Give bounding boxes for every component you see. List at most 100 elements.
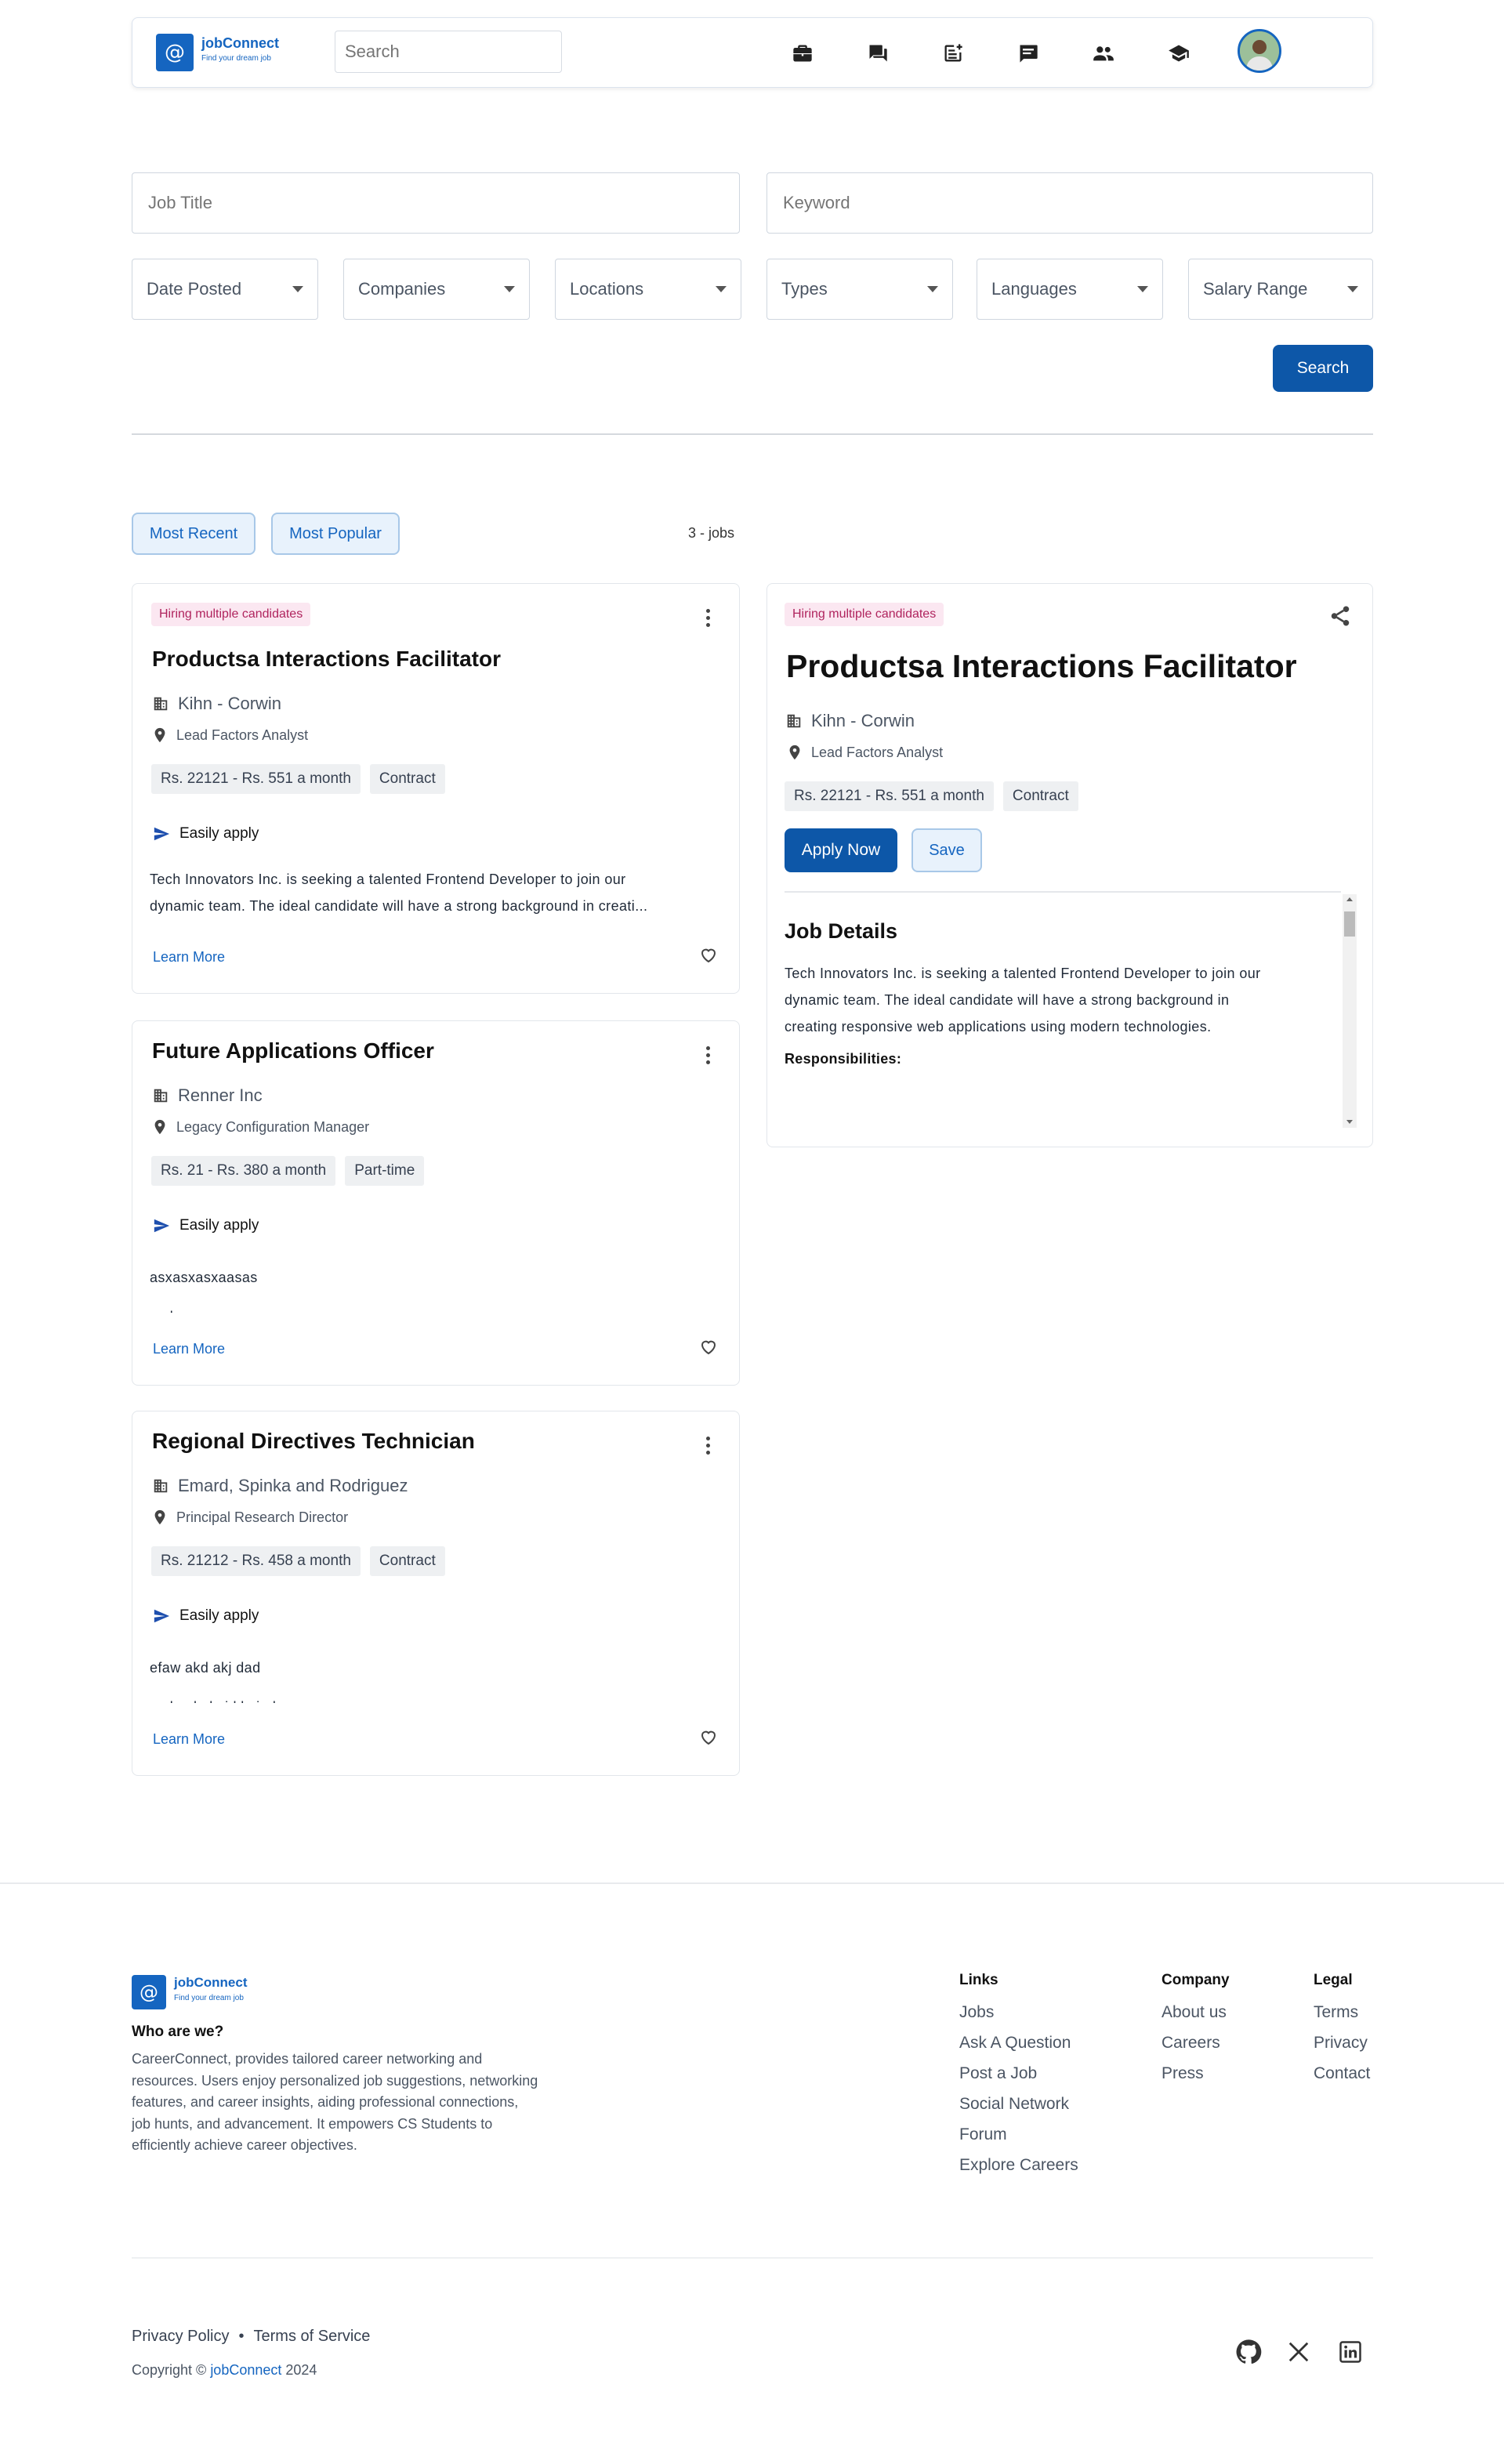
scrollbar[interactable] [1343,894,1357,1128]
location-text: Lead Factors Analyst [811,744,944,760]
privacy-policy-link[interactable]: Privacy Policy [132,2328,229,2346]
divider [785,891,1341,893]
post-add-icon[interactable] [940,40,966,67]
building-icon [787,714,801,728]
logo-mark[interactable]: @ [156,34,194,71]
linkedin-icon[interactable] [1339,2340,1362,2368]
easy-apply-row: Easily apply [151,1607,259,1625]
forum-icon[interactable] [864,40,891,67]
company-row: Kihn - Corwin [151,694,281,714]
footer-link-jobs[interactable]: Jobs [959,2003,1078,2022]
terms-of-service-link[interactable]: Terms of Service [254,2328,371,2346]
nav-search-input[interactable] [335,31,562,73]
desc-line: dynamic team. The ideal candidate will h… [785,992,1230,1008]
about-line: efficiently achieve career objectives. [132,2137,357,2153]
footer-link-ask-question[interactable]: Ask A Question [959,2034,1078,2053]
most-popular-button[interactable]: Most Popular [271,513,400,555]
job-detail-panel: Hiring multiple candidates Productsa Int… [766,583,1373,1147]
save-button[interactable]: Save [911,828,982,872]
job-card[interactable]: Hiring multiple candidates Productsa Int… [132,583,740,994]
share-icon[interactable] [1328,604,1352,632]
job-description: Tech Innovators Inc. is seeking a talent… [150,866,722,919]
desc-line: asxasxasxaasas [150,1270,258,1285]
favorite-icon[interactable] [698,1728,719,1751]
learn-more-link[interactable]: Learn More [153,1731,225,1748]
tag-row: Rs. 22121 - Rs. 551 a month Contract [785,781,1078,811]
job-type-tag: Contract [369,764,445,794]
footer-link-terms[interactable]: Terms [1314,2003,1370,2022]
job-title[interactable]: Regional Directives Technician [152,1429,475,1454]
languages-select[interactable]: Languages [977,259,1163,320]
tag-row: Rs. 21212 - Rs. 458 a month Contract [151,1546,445,1576]
briefcase-icon[interactable] [789,40,816,67]
footer-link-press[interactable]: Press [1162,2064,1227,2083]
company-name: Kihn - Corwin [178,694,282,713]
school-icon[interactable] [1165,40,1192,67]
building-icon [154,1089,168,1103]
desc-line: asdasd akaid kaiad [150,1687,722,1703]
date-posted-select[interactable]: Date Posted [132,259,318,320]
job-card[interactable]: Regional Directives Technician Emard, Sp… [132,1411,740,1776]
favorite-icon[interactable] [698,946,719,969]
footer-link-explore-careers[interactable]: Explore Careers [959,2156,1078,2175]
select-label: Types [781,279,828,299]
send-icon [154,827,170,841]
scroll-down-icon[interactable] [1346,1120,1353,1124]
most-recent-button[interactable]: Most Recent [132,513,255,555]
learn-more-link[interactable]: Learn More [153,1341,225,1357]
keyword-input[interactable] [766,172,1373,234]
job-title[interactable]: Productsa Interactions Facilitator [152,647,501,672]
company-name: Emard, Spinka and Rodriguez [178,1476,408,1495]
footer-link-forum[interactable]: Forum [959,2125,1078,2144]
location-row: Principal Research Director [151,1509,348,1526]
easy-apply-row: Easily apply [151,825,259,842]
job-details-heading: Job Details [785,919,898,943]
select-label: Companies [358,279,446,299]
x-twitter-icon[interactable] [1287,2340,1310,2368]
separator-dot: • [238,2328,245,2345]
search-button[interactable]: Search [1273,345,1373,392]
github-icon[interactable] [1235,2339,1262,2369]
logo-name[interactable]: jobConnect [201,35,279,52]
apply-now-button[interactable]: Apply Now [785,828,897,872]
dark-mode-icon[interactable] [1317,40,1344,67]
locations-select[interactable]: Locations [555,259,741,320]
chat-icon[interactable] [1015,40,1042,67]
salary-range-select[interactable]: Salary Range [1188,259,1373,320]
types-select[interactable]: Types [766,259,953,320]
job-title[interactable]: Future Applications Officer [152,1038,434,1064]
send-icon [154,1609,170,1623]
avatar[interactable] [1238,29,1281,73]
select-label: Date Posted [147,279,242,299]
footer-link-contact[interactable]: Contact [1314,2064,1370,2083]
footer-logo-mark[interactable]: @ [132,1975,166,2009]
footer-logo-name[interactable]: jobConnect [174,1975,248,1991]
copyright-brand-link[interactable]: jobConnect [210,2362,281,2378]
job-card[interactable]: Future Applications Officer Renner Inc L… [132,1020,740,1386]
favorite-icon[interactable] [698,1338,719,1361]
footer-link-about[interactable]: About us [1162,2003,1227,2022]
footer-link-careers[interactable]: Careers [1162,2034,1227,2053]
job-title-input[interactable] [132,172,740,234]
building-icon [154,1479,168,1493]
companies-select[interactable]: Companies [343,259,530,320]
easy-apply-text: Easily apply [179,1217,259,1234]
job-description: asxasxasxaasas asdas [150,1258,722,1313]
footer-link-social-network[interactable]: Social Network [959,2095,1078,2114]
scroll-up-icon[interactable] [1346,897,1353,901]
location-text: Legacy Configuration Manager [176,1118,370,1135]
learn-more-link[interactable]: Learn More [153,949,225,966]
legal-heading: Legal [1314,1972,1353,1988]
scrollbar-thumb[interactable] [1344,911,1355,937]
location-pin-icon [154,727,165,743]
footer-link-post-job[interactable]: Post a Job [959,2064,1078,2083]
more-options-icon[interactable] [705,1437,711,1455]
footer-link-privacy[interactable]: Privacy [1314,2034,1370,2053]
job-details-scroll-area[interactable]: Job Details Tech Innovators Inc. is seek… [785,894,1338,1128]
location-pin-icon [154,1119,165,1135]
more-options-icon[interactable] [705,1046,711,1064]
responsibilities-heading: Responsibilities: [785,1051,902,1067]
more-options-icon[interactable] [705,609,711,627]
people-icon[interactable] [1090,40,1117,67]
easy-apply-text: Easily apply [179,825,259,842]
